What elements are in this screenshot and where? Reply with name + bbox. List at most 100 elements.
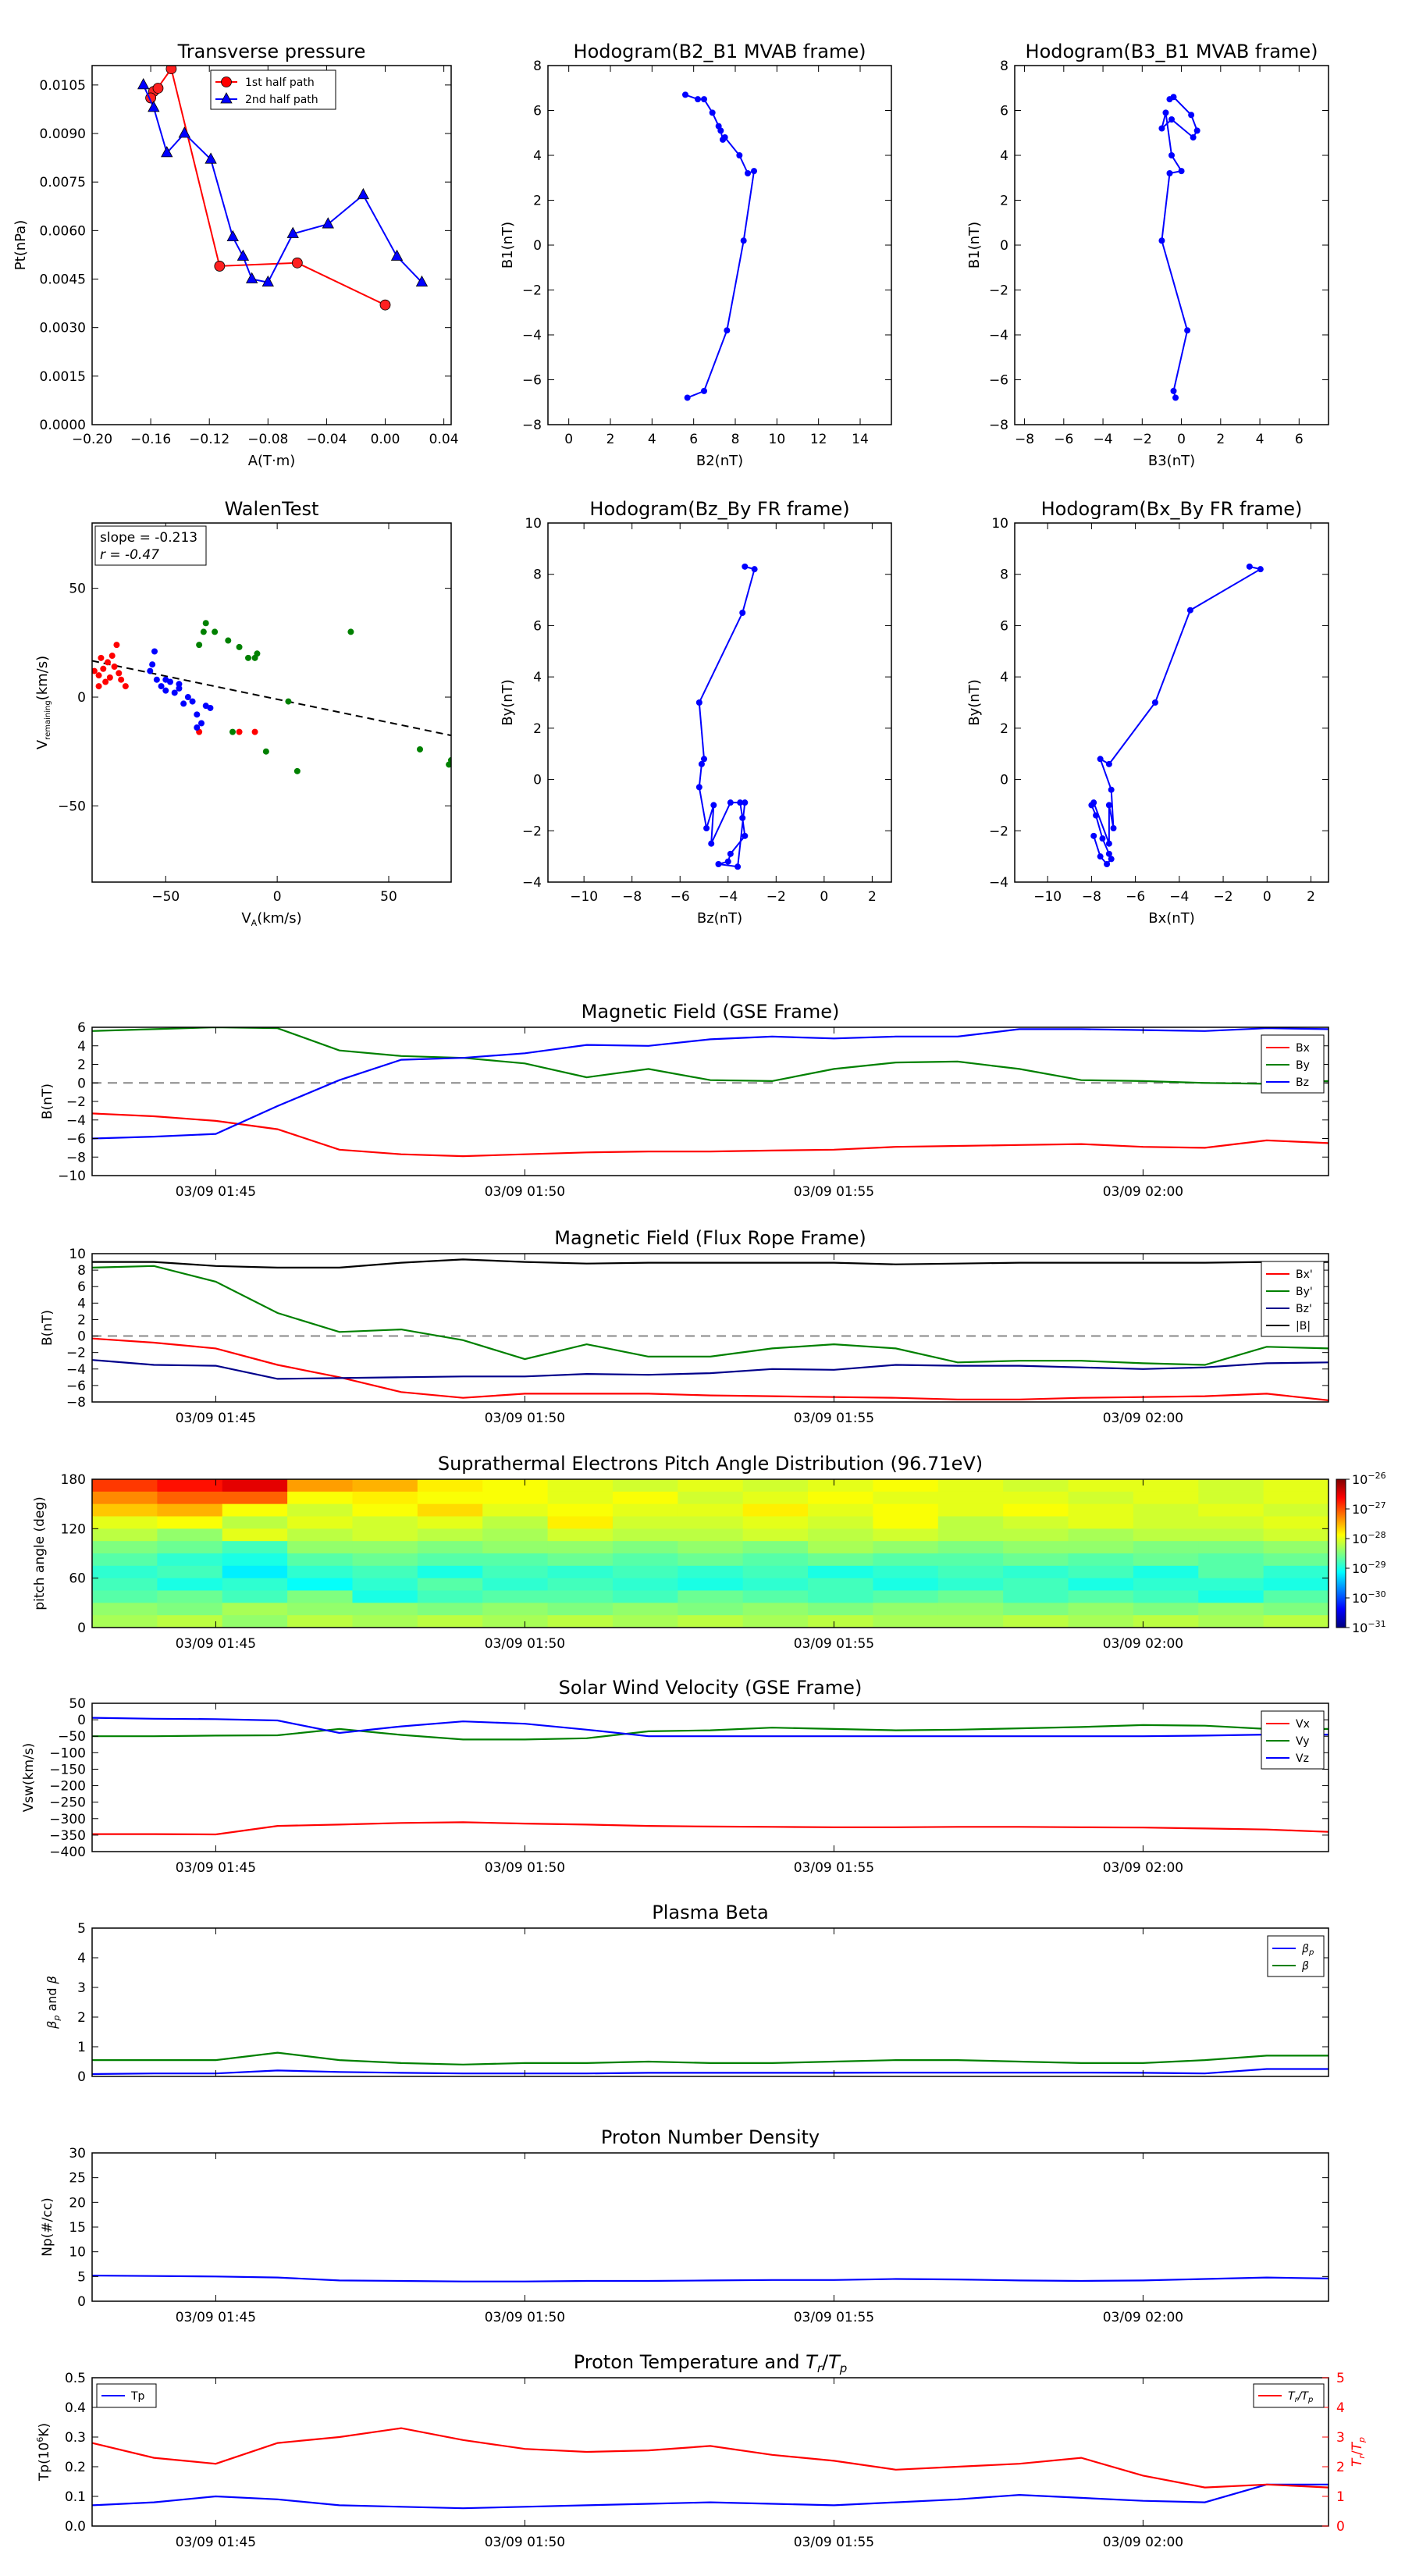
data-point xyxy=(229,728,236,735)
legend-label: 1st half path xyxy=(245,76,315,89)
data-point xyxy=(236,643,243,650)
y-tick-label: 0 xyxy=(533,238,542,254)
data-point xyxy=(735,863,742,870)
heatmap-cell xyxy=(1263,1578,1329,1592)
data-point xyxy=(106,674,113,681)
y-tick-label: −350 xyxy=(49,1828,86,1844)
y-tick-label: 4 xyxy=(1000,148,1008,164)
panel-np: Proton Number Density 0 5 10 15 20 25 30 Np(#/cc… xyxy=(40,2126,1329,2325)
heatmap-cell xyxy=(352,1590,418,1603)
heatmap-cell xyxy=(742,1516,809,1529)
panel-bfr: Magnetic Field (Flux Rope Frame) −8−6−4−2… xyxy=(40,1227,1329,1426)
data-point xyxy=(739,610,746,616)
heatmap-cell xyxy=(287,1590,354,1603)
y-axis-label: Vremaining(km/s) xyxy=(34,656,52,749)
y-tick-label: 0.0030 xyxy=(40,321,86,336)
y-tick-label: 25 xyxy=(69,2171,86,2186)
x-axis-label: Bz(nT) xyxy=(697,910,742,927)
heatmap-cell xyxy=(157,1528,223,1542)
data-point xyxy=(736,152,743,158)
plot-area xyxy=(92,1027,1329,1158)
data-point xyxy=(742,832,749,839)
heatmap-cell xyxy=(808,1565,874,1579)
x-tick-label: 14 xyxy=(852,432,869,447)
series-line-Vy xyxy=(92,1724,1329,1741)
y-tick-label: 0.0060 xyxy=(40,223,86,239)
heatmap-cell xyxy=(808,1528,874,1542)
legend-label: β xyxy=(1301,1960,1309,1973)
data-point xyxy=(710,802,717,809)
y-tick-label: −8 xyxy=(66,1395,86,1411)
heatmap-cell xyxy=(222,1590,288,1603)
heatmap-cell xyxy=(808,1541,874,1554)
y-tick-label: −6 xyxy=(989,373,1008,389)
legend-label: Tp xyxy=(130,2390,145,2403)
heatmap-cell xyxy=(157,1578,223,1592)
data-point xyxy=(162,687,169,694)
heatmap-cell xyxy=(547,1516,614,1529)
heatmap-cell xyxy=(1068,1528,1134,1542)
data-point xyxy=(194,724,201,731)
heatmap-cell xyxy=(417,1603,483,1616)
y-axis-label: Tp(106K) xyxy=(35,2423,52,2482)
heatmap-cell xyxy=(482,1503,549,1517)
legend-label: Bz xyxy=(1296,1076,1309,1089)
heatmap-cell xyxy=(612,1578,678,1592)
y-tick-label: 8 xyxy=(77,1263,86,1279)
heatmap-cell xyxy=(222,1503,288,1517)
x-tick-label: 6 xyxy=(1295,432,1304,447)
series-line xyxy=(1090,565,1263,866)
heatmap-cell xyxy=(287,1491,354,1505)
y-tick-label: −2 xyxy=(66,1094,86,1110)
y-tick-label: −4 xyxy=(66,1362,86,1378)
data-point xyxy=(212,628,219,635)
x-tick-label: −10 xyxy=(570,889,598,905)
heatmap-cell xyxy=(873,1615,939,1628)
y-axis-label: Vsw(km/s) xyxy=(21,1743,37,1813)
heatmap-cell xyxy=(678,1553,744,1567)
y-axis-label: B(nT) xyxy=(40,1310,55,1346)
heatmap-cell xyxy=(157,1590,223,1603)
heatmap-cell xyxy=(1263,1503,1329,1517)
heatmap-cell xyxy=(222,1516,288,1529)
heatmap-cell xyxy=(1068,1603,1134,1616)
heatmap-cell xyxy=(1133,1516,1199,1529)
y-tick-label: 6 xyxy=(533,104,542,119)
time-tick-label: 03/09 02:00 xyxy=(1103,1636,1183,1652)
heatmap-cell xyxy=(157,1565,223,1579)
time-tick-label: 03/09 01:55 xyxy=(794,2535,874,2550)
y-tick-label: 4 xyxy=(533,670,542,685)
y-tick-label-right: 0 xyxy=(1336,2519,1345,2535)
data-point xyxy=(1105,802,1112,809)
time-tick-label: 03/09 01:45 xyxy=(176,1411,256,1426)
heatmap-cell xyxy=(1198,1590,1264,1603)
data-point xyxy=(1166,170,1173,176)
plot-frame xyxy=(91,2152,1329,2302)
plot-frame xyxy=(91,1026,1329,1176)
heatmap-cell xyxy=(92,1590,158,1603)
heatmap-cell xyxy=(612,1615,678,1628)
x-tick-label: −0.12 xyxy=(189,432,229,447)
heatmap-cell xyxy=(287,1603,354,1616)
data-point xyxy=(162,676,169,683)
plot-area xyxy=(92,2275,1329,2282)
x-axis-label: B3(nT) xyxy=(1148,453,1195,469)
data-point xyxy=(226,229,239,242)
y-tick-label: −4 xyxy=(522,328,542,343)
data-point xyxy=(1190,134,1197,141)
heatmap-cell xyxy=(157,1541,223,1554)
data-point xyxy=(95,672,102,679)
y-tick-label: −8 xyxy=(989,418,1008,433)
heatmap-cell xyxy=(612,1590,678,1603)
data-point xyxy=(1188,112,1195,119)
y-tick-label: −10 xyxy=(58,1169,86,1184)
heatmap-cell xyxy=(873,1479,939,1493)
y-tick-label: 2 xyxy=(77,1058,86,1073)
x-tick-label: −6 xyxy=(1054,432,1073,447)
x-tick-label: 10 xyxy=(769,432,786,447)
x-tick-label: −6 xyxy=(670,889,690,905)
heatmap-cell xyxy=(287,1578,354,1592)
heatmap-cell xyxy=(1198,1491,1264,1505)
plot-frame xyxy=(91,2377,1329,2527)
data-point xyxy=(745,170,751,176)
